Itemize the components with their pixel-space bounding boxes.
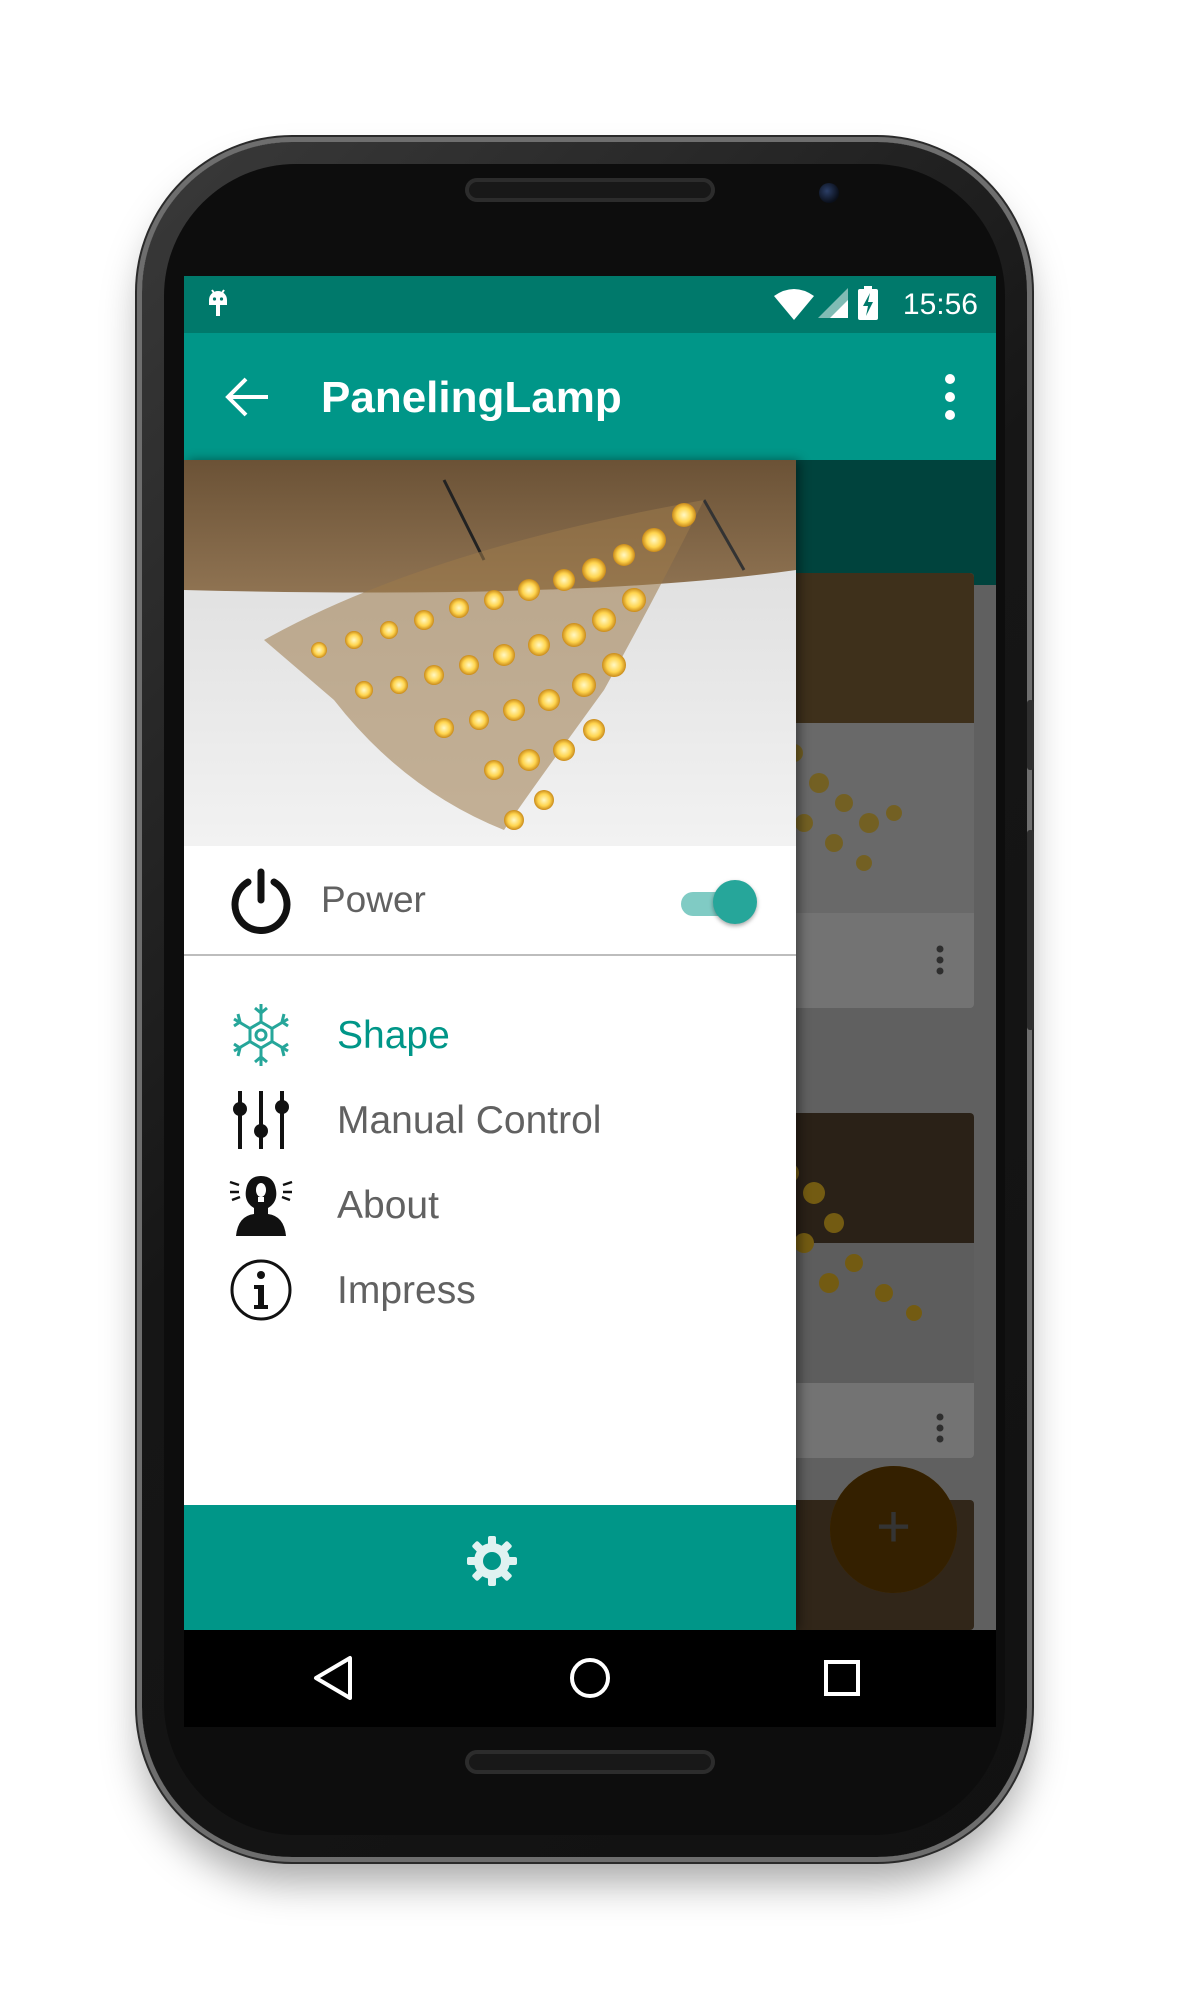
back-triangle-icon[interactable]: [306, 1650, 362, 1706]
power-button: [1027, 830, 1034, 1030]
drawer-item-label: Impress: [337, 1269, 476, 1312]
toggle-thumb: [713, 880, 757, 924]
lamp-photo: [184, 460, 796, 846]
home-circle-icon[interactable]: [562, 1650, 618, 1706]
snowflake-shape-icon: [233, 1004, 289, 1066]
front-camera: [819, 183, 839, 203]
app-title: PanelingLamp: [321, 373, 622, 422]
battery-charging-icon: [858, 286, 878, 320]
bottom-speaker: [465, 1750, 715, 1774]
drawer-item-impress[interactable]: Impress: [184, 1235, 796, 1343]
arrow-back-icon[interactable]: [222, 371, 274, 423]
volume-button: [1027, 700, 1034, 770]
drawer-item-label: Manual Control: [337, 1099, 602, 1142]
wifi-icon: [774, 289, 814, 320]
signal-icon: [818, 288, 848, 318]
power-row[interactable]: Power: [184, 846, 796, 956]
drawer-header-image: [184, 460, 796, 846]
status-bar: 15:56: [184, 276, 996, 333]
drawer-item-label: Shape: [337, 1014, 450, 1057]
drawer-item-label: About: [337, 1184, 439, 1227]
screen: + 15:56 PanelingLamp: [184, 276, 996, 1630]
power-icon: [231, 868, 291, 934]
sliders-icon: [233, 1091, 289, 1149]
drawer-footer: [184, 1505, 796, 1630]
navigation-drawer: Power Shape Manual Control About Impress: [184, 460, 796, 1630]
system-navigation-bar: [184, 1630, 996, 1727]
person-bulb-icon: [229, 1176, 293, 1236]
android-notification-icon: [209, 289, 227, 316]
info-icon: [230, 1259, 292, 1321]
status-time: 15:56: [902, 288, 978, 321]
fab-scrim: [830, 1466, 957, 1593]
recents-square-icon[interactable]: [814, 1650, 870, 1706]
gear-icon[interactable]: [466, 1535, 518, 1587]
power-toggle[interactable]: [677, 880, 757, 924]
power-label: Power: [321, 879, 426, 920]
top-speaker: [465, 178, 715, 202]
more-vert-icon[interactable]: [944, 373, 956, 421]
app-bar: PanelingLamp: [184, 333, 996, 460]
